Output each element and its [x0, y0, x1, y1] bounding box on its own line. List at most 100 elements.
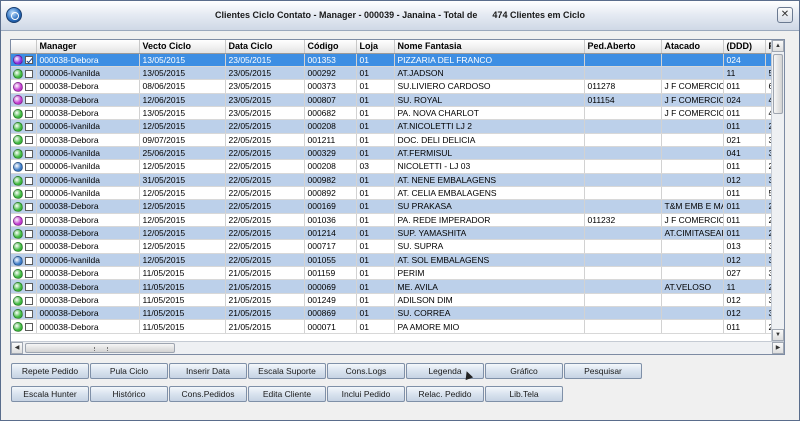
row-checkbox[interactable]: [25, 83, 34, 92]
row-checkbox[interactable]: [25, 269, 34, 278]
close-button[interactable]: ✕: [777, 7, 793, 23]
table-row[interactable]: 000006-Ivanilda 31/05/2015 22/05/2015 00098…: [11, 173, 772, 187]
table-row[interactable]: 000038-Debora 13/05/2015 23/05/2015 000682 0…: [11, 106, 772, 121]
table-row[interactable]: 000038-Debora 11/05/2015 21/05/2015 001159 0…: [11, 266, 772, 281]
table-row[interactable]: 000038-Debora 12/05/2015 22/05/2015 001214 0…: [11, 226, 772, 241]
row-checkbox[interactable]: [25, 229, 34, 238]
column-header-nome-fantasia[interactable]: Nome Fantasia: [394, 40, 585, 54]
table-row[interactable]: 000006-Ivanilda 13/05/2015 23/05/2015 00029…: [11, 66, 772, 81]
vertical-scrollbar[interactable]: ▲ ▼: [771, 40, 784, 341]
row-checkbox[interactable]: [25, 203, 34, 212]
row-checkbox[interactable]: [25, 283, 34, 292]
row-status-cell[interactable]: [11, 306, 37, 321]
row-status-cell[interactable]: [11, 266, 37, 281]
row-checkbox[interactable]: [25, 69, 34, 78]
horizontal-scrollbar[interactable]: ◀ ▶: [11, 341, 784, 354]
scroll-left-arrow-icon[interactable]: ◀: [11, 342, 23, 354]
pesquisar-button[interactable]: Pesquisar: [564, 363, 642, 379]
row-status-cell[interactable]: [11, 319, 37, 334]
row-checkbox[interactable]: [25, 56, 34, 65]
cell-nome: SU.LIVIERO CARDOSO: [394, 79, 585, 94]
column-header-atacado[interactable]: Atacado: [661, 40, 724, 54]
row-checkbox[interactable]: [25, 123, 34, 132]
row-status-cell[interactable]: [11, 66, 37, 81]
scroll-down-arrow-icon[interactable]: ▼: [772, 329, 784, 341]
row-status-cell[interactable]: [11, 106, 37, 121]
row-status-cell[interactable]: [11, 53, 37, 67]
scroll-right-arrow-icon[interactable]: ▶: [772, 342, 784, 354]
row-status-cell[interactable]: [11, 199, 37, 214]
table-row[interactable]: 000006-Ivanilda 12/05/2015 22/05/2015 00020…: [11, 119, 772, 134]
cell-ddd: 011: [723, 319, 766, 334]
escala-hunter-button[interactable]: Escala Hunter: [11, 386, 89, 402]
historico-button[interactable]: Histórico: [90, 386, 168, 402]
inserir-data-button[interactable]: Inserir Data: [169, 363, 247, 379]
row-checkbox[interactable]: [25, 216, 34, 225]
column-header-vecto-ciclo[interactable]: Vecto Ciclo: [139, 40, 226, 54]
row-status-cell[interactable]: [11, 253, 37, 268]
cell-ddd: 011: [723, 79, 766, 94]
row-checkbox[interactable]: [25, 176, 34, 185]
row-status-cell[interactable]: [11, 133, 37, 147]
row-status-cell[interactable]: [11, 186, 37, 201]
inclui-pedido-button[interactable]: Inclui Pedido: [327, 386, 405, 402]
column-header-ped-aberto[interactable]: Ped.Aberto: [584, 40, 662, 54]
row-checkbox[interactable]: [25, 163, 34, 172]
cons-logs-button[interactable]: Cons.Logs: [327, 363, 405, 379]
table-row[interactable]: 000006-Ivanilda 12/05/2015 22/05/2015 00020…: [11, 159, 772, 174]
column-header-codigo[interactable]: Código: [304, 40, 357, 54]
grafico-button[interactable]: Gráfico: [485, 363, 563, 379]
table-row[interactable]: 000038-Debora 12/05/2015 22/05/2015 001036 0…: [11, 213, 772, 227]
table-row[interactable]: 000038-Debora 11/05/2015 21/05/2015 000069 0…: [11, 279, 772, 294]
table-row[interactable]: 000038-Debora 11/05/2015 21/05/2015 000071 0…: [11, 319, 772, 334]
column-header-status[interactable]: [11, 40, 37, 54]
horizontal-scroll-thumb[interactable]: [25, 343, 175, 353]
scroll-up-arrow-icon[interactable]: ▲: [772, 40, 784, 52]
row-status-cell[interactable]: [11, 173, 37, 187]
row-status-cell[interactable]: [11, 239, 37, 254]
repete-pedido-button[interactable]: Repete Pedido: [11, 363, 89, 379]
row-checkbox[interactable]: [25, 96, 34, 105]
row-status-cell[interactable]: [11, 146, 37, 161]
table-row[interactable]: 000006-Ivanilda 25/06/2015 22/05/2015 00032…: [11, 146, 772, 161]
row-status-cell[interactable]: [11, 119, 37, 134]
row-status-cell[interactable]: [11, 159, 37, 174]
escala-suporte-button[interactable]: Escala Suporte: [248, 363, 326, 379]
cons-pedidos-button[interactable]: Cons.Pedidos: [169, 386, 247, 402]
row-status-cell[interactable]: [11, 213, 37, 227]
row-checkbox[interactable]: [25, 109, 34, 118]
row-checkbox[interactable]: [25, 309, 34, 318]
column-header-loja[interactable]: Loja: [356, 40, 395, 54]
row-status-cell[interactable]: [11, 226, 37, 241]
row-checkbox[interactable]: [25, 296, 34, 305]
edita-cliente-button[interactable]: Edita Cliente: [248, 386, 326, 402]
row-status-cell[interactable]: [11, 293, 37, 308]
table-row[interactable]: 000038-Debora 12/05/2015 22/05/2015 000169 0…: [11, 199, 772, 214]
table-row[interactable]: 000038-Debora 09/07/2015 22/05/2015 001211 0…: [11, 133, 772, 147]
column-header-data-ciclo[interactable]: Data Ciclo: [225, 40, 305, 54]
column-header-manager[interactable]: Manager: [36, 40, 140, 54]
row-status-cell[interactable]: [11, 79, 37, 94]
table-row[interactable]: 000038-Debora 11/05/2015 21/05/2015 000869 0…: [11, 306, 772, 321]
row-checkbox[interactable]: [25, 256, 34, 265]
relac-pedido-button[interactable]: Relac. Pedido: [406, 386, 484, 402]
lib-tela-button[interactable]: Lib.Tela: [485, 386, 563, 402]
title-bar[interactable]: Clientes Ciclo Contato - Manager - 00003…: [1, 1, 799, 31]
row-checkbox[interactable]: [25, 323, 34, 332]
table-row[interactable]: 000038-Debora 08/06/2015 23/05/2015 000373 0…: [11, 79, 772, 94]
column-header-ddd[interactable]: (DDD): [723, 40, 766, 54]
table-row[interactable]: 000006-Ivanilda 12/05/2015 22/05/2015 00089…: [11, 186, 772, 201]
row-checkbox[interactable]: [25, 189, 34, 198]
table-row[interactable]: 000038-Debora 11/05/2015 21/05/2015 001249 0…: [11, 293, 772, 308]
table-row[interactable]: 000038-Debora 12/05/2015 22/05/2015 000717 0…: [11, 239, 772, 254]
row-checkbox[interactable]: [25, 149, 34, 158]
pula-ciclo-button[interactable]: Pula Ciclo: [90, 363, 168, 379]
row-status-cell[interactable]: [11, 279, 37, 294]
row-checkbox[interactable]: [25, 136, 34, 145]
vertical-scroll-thumb[interactable]: [773, 54, 783, 114]
table-row[interactable]: 000006-Ivanilda 12/05/2015 22/05/2015 00105…: [11, 253, 772, 268]
row-checkbox[interactable]: [25, 243, 34, 252]
table-row[interactable]: 000038-Debora 13/05/2015 23/05/2015 001353 0…: [11, 53, 772, 67]
table-row[interactable]: 000038-Debora 12/06/2015 23/05/2015 000807 0…: [11, 93, 772, 107]
row-status-cell[interactable]: [11, 93, 37, 107]
